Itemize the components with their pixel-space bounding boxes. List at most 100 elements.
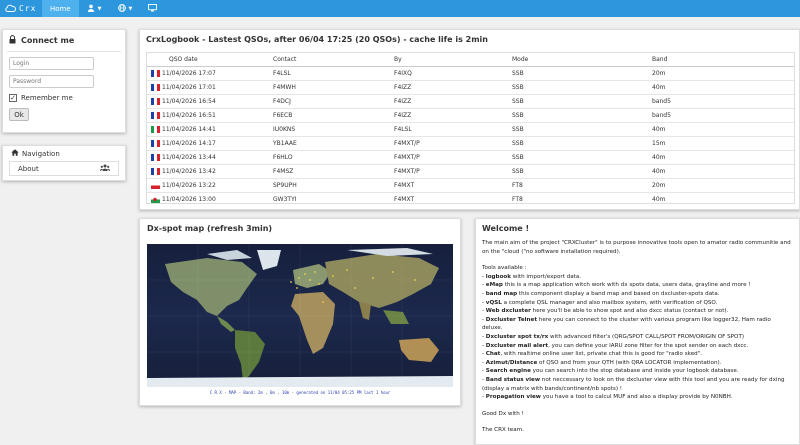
cell-qso-date-text: 11/04/2026 14:41 — [162, 125, 216, 133]
users-icon — [99, 164, 111, 173]
password-input[interactable] — [9, 75, 94, 88]
tool-name: Dxcluster spot tx/rx — [485, 333, 549, 340]
cell-mode: SSB — [508, 108, 648, 123]
cell-contact-text: F4DCJ — [273, 97, 291, 105]
tool-item: - Band status view not neccessary to loo… — [482, 376, 785, 392]
cell-mode: SSB — [508, 164, 648, 179]
col-mode[interactable]: Mode — [508, 53, 648, 67]
cell-mode: SSB — [508, 136, 648, 151]
home-icon — [11, 149, 19, 158]
cell-band: 40m — [648, 80, 794, 95]
cell-qso-date: 11/04/2026 13:42 — [147, 164, 269, 179]
table-row[interactable]: 11/04/2026 13:00 GW3TYI F4MXT FT8 40m — [147, 192, 794, 203]
cell-by: F4LSL — [390, 122, 508, 137]
tool-item: - vQSL a complete QSL manager and also m… — [482, 299, 718, 306]
cell-mode: SSB — [508, 122, 648, 137]
cell-contact: F6HLO — [269, 150, 390, 165]
cell-contact: F4DCJ — [269, 94, 390, 109]
tool-item: - Dxcluster mail alert, you can define y… — [482, 342, 749, 349]
tool-name: Search engine — [485, 368, 531, 375]
tool-item: - band map this component display a band… — [482, 290, 720, 297]
cell-contact-text: F4MWH — [273, 83, 296, 91]
country-flag-icon — [151, 181, 160, 189]
cell-qso-date: 11/04/2026 13:00 — [147, 192, 269, 203]
chevron-down-icon: ▼ — [128, 5, 133, 12]
table-row[interactable]: 11/04/2026 13:44 F6HLO F4MXT/P SSB 40m — [147, 150, 794, 165]
divider — [7, 51, 121, 52]
cell-contact-text: YB1AAE — [273, 139, 297, 147]
tool-name: Chat — [485, 351, 501, 358]
col-band[interactable]: Band — [648, 53, 794, 67]
col-by[interactable]: By — [390, 53, 508, 67]
tool-item: - eMap this is a map application witch w… — [482, 282, 751, 289]
tool-item: - Search engine you can search into the … — [482, 368, 739, 375]
cell-by-text: F4LSL — [394, 125, 412, 133]
globe-icon — [117, 3, 126, 14]
cell-band: 15m — [648, 136, 794, 151]
table-row[interactable]: 11/04/2026 14:17 YB1AAE F4MXT/P SSB 15m — [147, 136, 794, 151]
cell-band-text: 40m — [652, 125, 666, 133]
logbook-title: CrxLogbook - Lastest QSOs, after 06/04 1… — [146, 35, 488, 44]
country-flag-icon — [151, 139, 160, 147]
cell-by: F4IZZ — [390, 108, 508, 123]
table-row[interactable]: 11/04/2026 17:01 F4MWH F4IZZ SSB 40m — [147, 80, 794, 95]
cell-contact: YB1AAE — [269, 136, 390, 151]
cell-band-text: band5 — [652, 97, 671, 105]
cell-qso-date: 11/04/2026 16:54 — [147, 94, 269, 109]
table-row[interactable]: 11/04/2026 16:54 F4DCJ F4IZZ SSB band5 — [147, 94, 794, 109]
lock-icon — [9, 35, 16, 46]
table-row[interactable]: 11/04/2026 13:42 F4MSZ F4MXT/P SSB 40m — [147, 164, 794, 179]
remember-checkbox[interactable]: ✓ — [9, 94, 17, 102]
col-contact[interactable]: Contact — [269, 53, 390, 67]
brand-logo[interactable]: Crx — [0, 0, 42, 17]
cloud-icon — [5, 4, 16, 14]
nav-globe-menu[interactable]: ▼ — [110, 0, 141, 17]
country-flag-icon — [151, 69, 160, 77]
tool-name: Web dxcluster — [485, 308, 531, 315]
cell-qso-date-text: 11/04/2026 13:44 — [162, 153, 216, 161]
cell-mode-text: FT8 — [512, 195, 523, 203]
cell-contact-text: F6ECB — [273, 111, 293, 119]
table-row[interactable]: 11/04/2026 16:51 F6ECB F4IZZ SSB band5 — [147, 108, 794, 123]
country-flag-icon — [151, 153, 160, 161]
dx-spot-map[interactable]: C R X - MAP - Band: 2m , 6m , 10m - gene… — [147, 244, 453, 399]
cell-contact-text: SP9UPH — [273, 181, 297, 189]
tool-description: you can search into the stop database an… — [530, 368, 739, 375]
cell-band: 20m — [648, 66, 794, 81]
nav-monitor[interactable] — [140, 0, 165, 17]
cell-band-text: 15m — [652, 139, 666, 147]
table-row[interactable]: 11/04/2026 17:07 F4LSL F4IXQ SSB 20m — [147, 66, 794, 81]
connect-title: Connect me — [21, 36, 75, 45]
cell-by-text: F4IZZ — [394, 83, 412, 91]
cell-band-text: 40m — [652, 83, 666, 91]
cell-by-text: F4MXT — [394, 195, 415, 203]
cell-contact: GW3TYI — [269, 192, 390, 203]
login-input[interactable] — [9, 57, 94, 70]
remember-me-row[interactable]: ✓ Remember me — [9, 94, 119, 102]
nav-user-menu[interactable]: ▼ — [79, 0, 110, 17]
top-navbar: Crx Home ▼ ▼ — [0, 0, 800, 17]
cell-mode: SSB — [508, 66, 648, 81]
logbook-table-wrapper[interactable]: QSO date Contact By Mode Band 11/04/2026… — [146, 52, 795, 204]
cell-qso-date-text: 11/04/2026 17:01 — [162, 83, 216, 91]
ok-button[interactable]: Ok — [9, 108, 29, 121]
table-row[interactable]: 11/04/2026 14:41 IU0KNS F4LSL SSB 40m — [147, 122, 794, 137]
tool-item: - Azimut/Distance of QSO and from your Q… — [482, 359, 722, 366]
nav-about-item[interactable]: About — [9, 161, 119, 176]
table-row[interactable]: 11/04/2026 13:22 SP9UPH F4MXT FT8 20m — [147, 178, 794, 193]
cell-qso-date: 11/04/2026 16:51 — [147, 108, 269, 123]
cell-band: 40m — [648, 164, 794, 179]
tool-description: this component display a band map and ba… — [517, 290, 720, 297]
cell-mode-text: SSB — [512, 97, 524, 105]
cell-contact: SP9UPH — [269, 178, 390, 193]
cell-contact-text: IU0KNS — [273, 125, 296, 133]
table-header-row: QSO date Contact By Mode Band — [147, 53, 794, 67]
col-qso-date[interactable]: QSO date — [147, 53, 269, 67]
cell-by: F4MXT — [390, 178, 508, 193]
nav-home[interactable]: Home — [42, 0, 79, 17]
cell-contact-text: F4LSL — [273, 69, 291, 77]
cell-band-text: 20m — [652, 69, 666, 77]
tool-description: you have a tool to calcul MUF and also a… — [540, 394, 733, 401]
country-flag-icon — [151, 125, 160, 133]
tool-name: eMap — [485, 282, 503, 289]
